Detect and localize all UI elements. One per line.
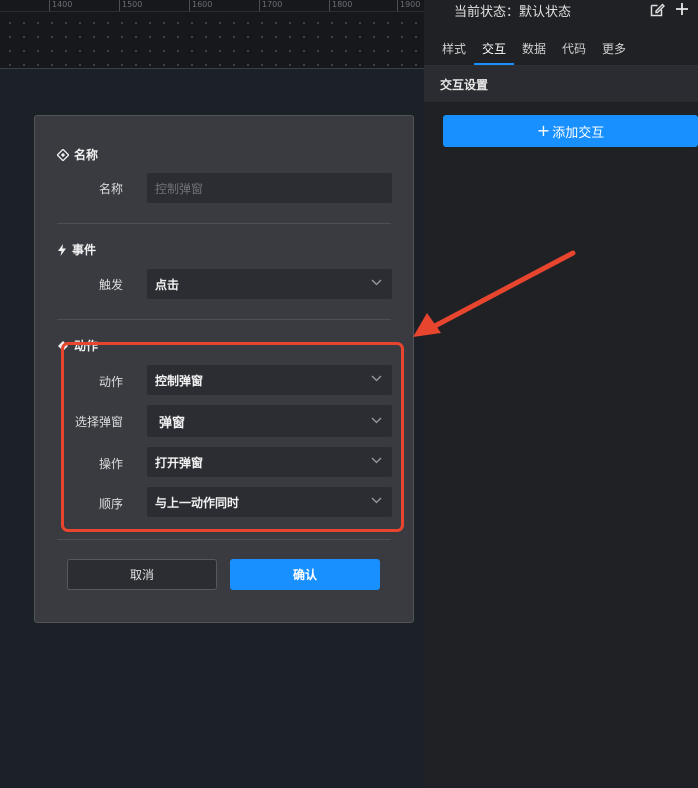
canvas-boundary-line (0, 68, 424, 69)
trigger-select[interactable]: 点击 (147, 269, 392, 299)
trigger-value: 点击 (155, 277, 180, 292)
current-state-text: 当前状态：默认状态 (454, 5, 572, 20)
tab-data[interactable]: 数据 (522, 40, 546, 57)
status-bar: 当前状态：默认状态 (424, 0, 698, 30)
interaction-settings-header: 交互设置 (424, 66, 698, 102)
ruler-tick: 1900 (396, 0, 421, 11)
section-divider (57, 319, 391, 320)
cancel-button[interactable]: 取消 (67, 559, 217, 590)
tab-style[interactable]: 样式 (442, 40, 466, 57)
canvas-dot-grid (0, 12, 424, 68)
confirm-button[interactable]: 确认 (230, 559, 380, 590)
section-divider (57, 223, 391, 224)
horizontal-ruler: 1400 1500 1600 1700 1800 1900 (0, 0, 424, 12)
tab-code[interactable]: 代码 (562, 40, 586, 57)
section-title: 交互设置 (440, 78, 489, 92)
tab-interaction[interactable]: 交互 (482, 40, 506, 57)
panel-tabs: 样式 交互 数据 代码 更多 (424, 30, 698, 66)
ruler-tick: 1400 (48, 0, 73, 11)
name-label: 名称 (98, 182, 123, 196)
tab-more[interactable]: 更多 (602, 40, 626, 57)
section-divider (57, 539, 391, 540)
annotation-arrow-icon (413, 250, 576, 337)
plus-icon[interactable] (674, 1, 690, 17)
name-input-placeholder: 控制弹窗 (155, 181, 204, 196)
event-section-header: 事件 (57, 241, 96, 258)
ruler-tick: 1700 (258, 0, 283, 11)
active-tab-indicator (474, 63, 514, 65)
edit-icon[interactable] (649, 2, 665, 18)
plus-icon: + (536, 121, 551, 140)
event-section-title: 事件 (72, 243, 97, 257)
annotation-highlight-box (61, 342, 404, 532)
name-section-title: 名称 (74, 148, 99, 162)
ruler-tick: 1600 (188, 0, 213, 11)
lightning-icon (58, 243, 66, 256)
diamond-icon (57, 148, 69, 161)
ruler-tick: 1500 (118, 0, 143, 11)
add-interaction-button[interactable]: + 添加交互 (443, 115, 698, 147)
add-interaction-label: 添加交互 (552, 125, 605, 141)
chevron-down-icon (371, 279, 382, 286)
name-input[interactable]: 控制弹窗 (147, 173, 392, 203)
ruler-tick: 1800 (328, 0, 353, 11)
properties-panel: 当前状态：默认状态 样式 交互 数据 代码 更多 交互设置 + 添加交互 (424, 0, 698, 788)
trigger-label: 触发 (98, 278, 123, 292)
name-section-header: 名称 (57, 146, 98, 163)
